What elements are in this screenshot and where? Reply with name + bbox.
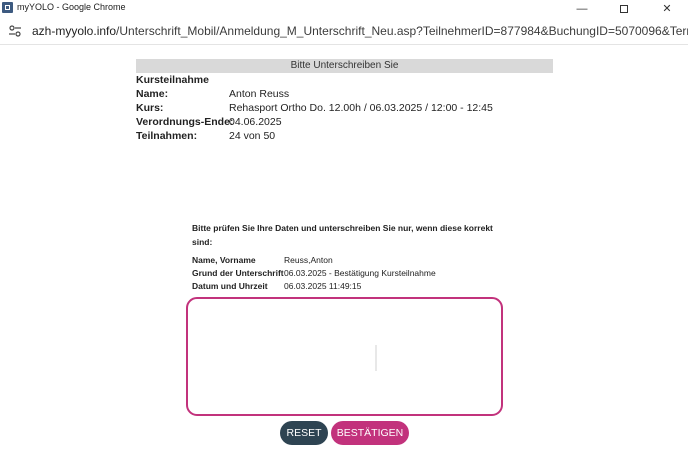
info-label: Name: — [136, 88, 169, 100]
app-icon — [2, 2, 13, 13]
reset-button[interactable]: RESET — [280, 421, 328, 445]
signature-stroke — [373, 345, 377, 371]
confirmation-notice: Bitte prüfen Sie Ihre Daten und untersch… — [192, 223, 493, 247]
info-label: Kurs: — [136, 102, 164, 114]
page-content: Bitte Unterschreiben Sie Kursteilnahme N… — [0, 46, 688, 454]
url-host: azh-myyolo.info — [32, 24, 117, 38]
detail-value: Reuss,Anton — [284, 255, 333, 265]
page-header-bar: Bitte Unterschreiben Sie — [136, 59, 553, 73]
maximize-icon — [620, 4, 628, 13]
confirm-button[interactable]: BESTÄTIGEN — [331, 421, 409, 445]
info-value: 04.06.2025 — [229, 116, 282, 128]
window-title: myYOLO - Google Chrome — [17, 2, 126, 12]
detail-label: Grund der Unterschrift — [192, 268, 284, 278]
section-title: Kursteilnahme — [136, 74, 209, 86]
maximize-button[interactable] — [603, 0, 645, 17]
detail-value: 06.03.2025 11:49:15 — [284, 281, 362, 291]
signature-pad[interactable] — [186, 297, 503, 416]
close-button[interactable]: ✕ — [646, 0, 688, 17]
detail-label: Datum und Uhrzeit — [192, 281, 268, 291]
minimize-button[interactable]: — — [561, 0, 603, 17]
info-value: 24 von 50 — [229, 130, 276, 142]
info-label: Verordnungs-Ende: — [136, 116, 234, 128]
info-value: Anton Reuss — [229, 88, 290, 100]
info-value: Rehasport Ortho Do. 12.00h / 06.03.2025 … — [229, 102, 493, 114]
window-titlebar: myYOLO - Google Chrome — ✕ — [0, 0, 688, 17]
address-bar: azh-myyolo.info/Unterschrift_Mobil/Anmel… — [0, 17, 688, 45]
url-field[interactable]: azh-myyolo.info/Unterschrift_Mobil/Anmel… — [32, 24, 688, 38]
site-info-icon[interactable] — [9, 25, 21, 37]
info-label: Teilnahmen: — [136, 130, 198, 142]
url-path: /Unterschrift_Mobil/Anmeldung_M_Untersch… — [116, 24, 688, 38]
detail-value: 06.03.2025 - Bestätigung Kursteilnahme — [284, 268, 436, 278]
detail-label: Name, Vorname — [192, 255, 256, 265]
